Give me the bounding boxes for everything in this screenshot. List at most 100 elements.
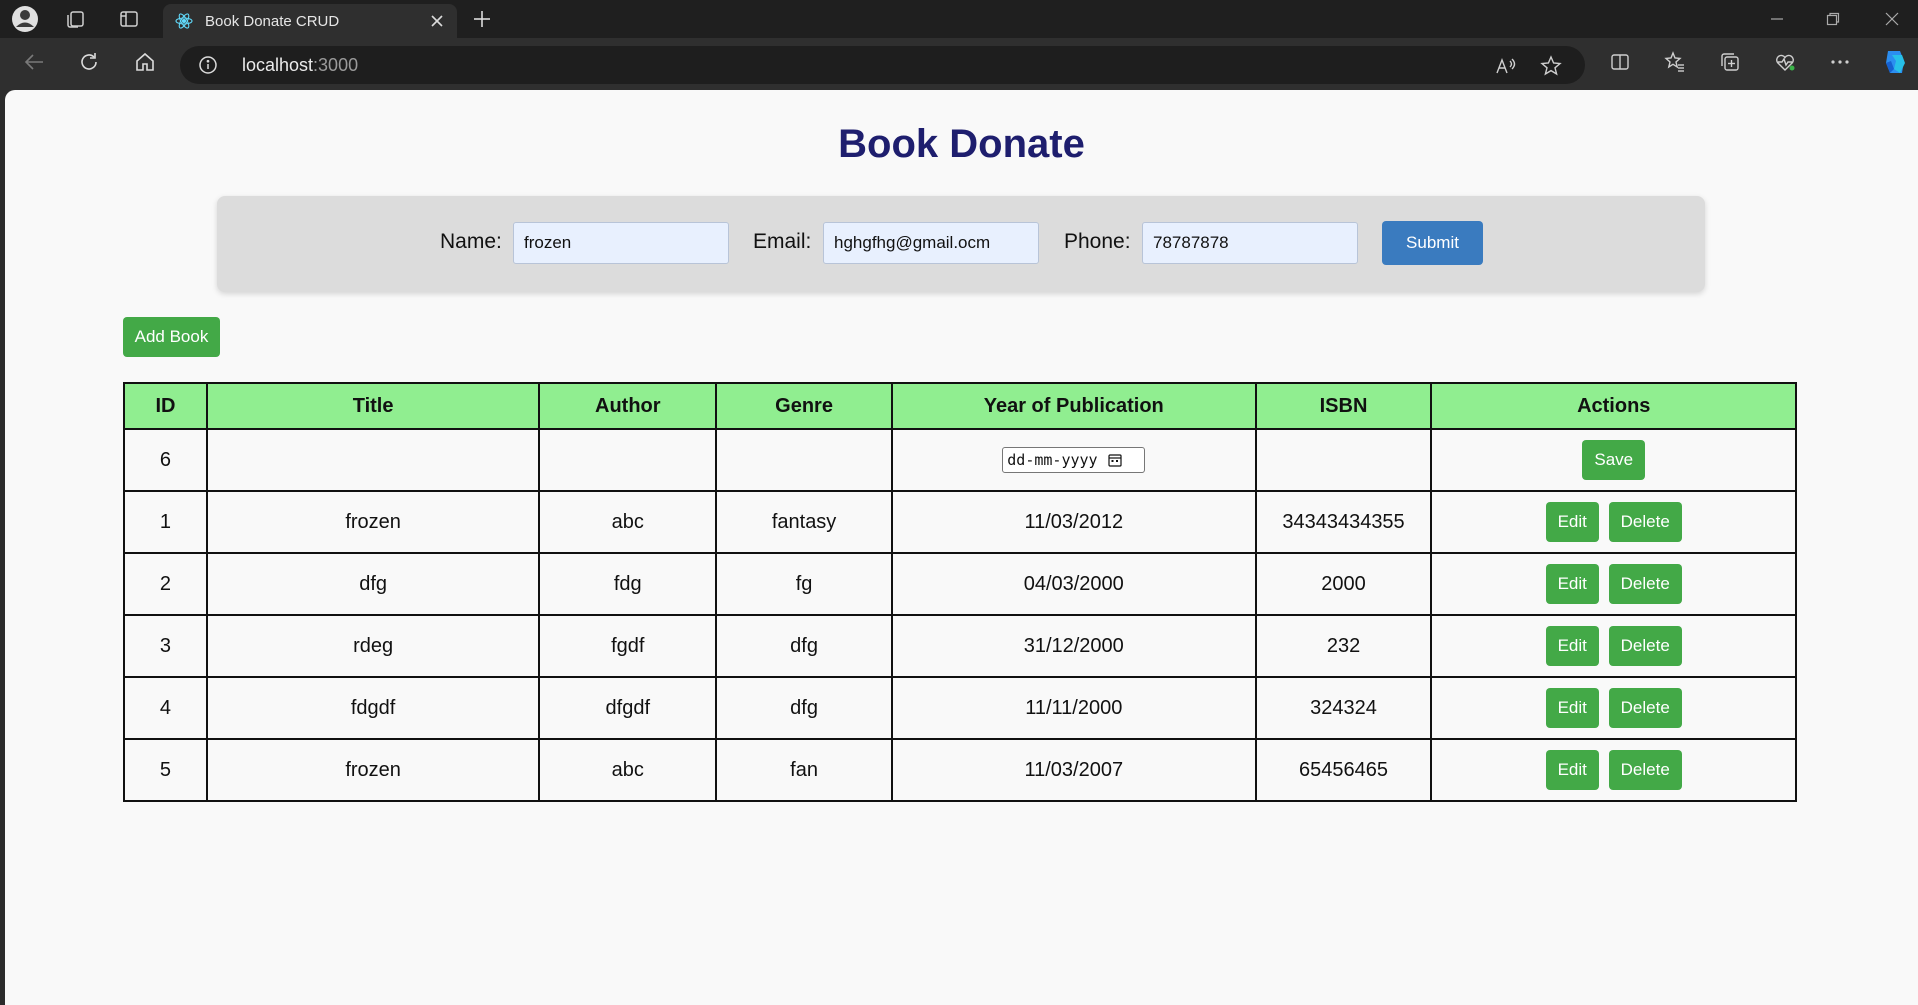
cell-id: 5 <box>123 738 208 802</box>
edit-button[interactable]: Edit <box>1545 626 1599 666</box>
cell-genre: dfg <box>715 614 893 678</box>
col-header-id: ID <box>123 382 208 430</box>
tab-bar: Book Donate CRUD <box>0 0 1918 38</box>
delete-button[interactable]: Delete <box>1608 688 1682 728</box>
delete-button[interactable]: Delete <box>1608 564 1682 604</box>
table-row: 3 rdeg fgdf dfg 31/12/2000 232 Edit Delet… <box>123 614 1797 678</box>
minimize-icon[interactable] <box>1766 8 1788 30</box>
cell-id: 4 <box>123 676 208 740</box>
phone-label: Phone: <box>1064 230 1131 253</box>
cell-author: dfgdf <box>538 676 718 740</box>
more-icon[interactable] <box>1828 50 1852 74</box>
delete-button[interactable]: Delete <box>1608 502 1682 542</box>
new-book-row: 6 dd-mm-yyyy Save <box>123 428 1797 492</box>
tab-actions-icon[interactable] <box>118 8 140 30</box>
cell-year: 11/03/2007 <box>890 738 1257 802</box>
cell-author: fdg <box>538 552 718 616</box>
table-row: 4 fdgdf dfgdf dfg 11/11/2000 324324 Edit… <box>123 676 1797 740</box>
date-input[interactable]: dd-mm-yyyy <box>1002 447 1146 473</box>
cell-actions: Edit Delete <box>1430 614 1797 678</box>
profile-icon[interactable] <box>10 4 40 34</box>
page-title: Book Donate <box>838 122 1085 166</box>
col-header-actions: Actions <box>1430 382 1797 430</box>
favorites-icon[interactable] <box>1663 50 1687 74</box>
read-aloud-icon[interactable] <box>1494 55 1516 77</box>
cell-actions: Edit Delete <box>1430 490 1797 554</box>
cell-author[interactable] <box>538 428 718 492</box>
page-viewport: Book Donate Name: Email: Phone: Submit A… <box>5 90 1918 1005</box>
cell-year: 11/11/2000 <box>890 676 1257 740</box>
table-header-row: ID Title Author Genre Year of Publicatio… <box>123 382 1797 430</box>
close-icon[interactable] <box>427 11 447 31</box>
cell-genre[interactable] <box>715 428 893 492</box>
copilot-icon[interactable] <box>1879 46 1911 78</box>
cell-genre: fan <box>715 738 893 802</box>
cell-year: 11/03/2012 <box>890 490 1257 554</box>
cell-id: 3 <box>123 614 208 678</box>
workspaces-icon[interactable] <box>65 8 87 30</box>
edit-button[interactable]: Edit <box>1545 750 1599 790</box>
books-table: ID Title Author Genre Year of Publicatio… <box>123 382 1797 802</box>
home-icon[interactable] <box>132 49 158 75</box>
refresh-icon[interactable] <box>76 49 102 75</box>
cell-title: frozen <box>205 738 541 802</box>
address-bar[interactable]: localhost:3000 <box>180 46 1585 84</box>
cell-title[interactable] <box>205 428 541 492</box>
cell-isbn: 324324 <box>1254 676 1433 740</box>
plus-icon[interactable] <box>470 7 494 31</box>
edit-button[interactable]: Edit <box>1545 564 1599 604</box>
submit-button[interactable]: Submit <box>1382 221 1483 265</box>
cell-genre: fg <box>715 552 893 616</box>
name-input[interactable] <box>513 222 729 264</box>
phone-input[interactable] <box>1142 222 1358 264</box>
cell-isbn[interactable] <box>1254 428 1433 492</box>
close-window-icon[interactable] <box>1881 8 1903 30</box>
delete-button[interactable]: Delete <box>1608 750 1682 790</box>
collections-icon[interactable] <box>1718 50 1742 74</box>
save-button[interactable]: Save <box>1582 440 1646 480</box>
cell-id: 6 <box>123 428 208 492</box>
table-row: 5 frozen abc fan 11/03/2007 65456465 Edi… <box>123 738 1797 802</box>
cell-title: frozen <box>205 490 541 554</box>
cell-isbn: 2000 <box>1254 552 1433 616</box>
cell-isbn: 65456465 <box>1254 738 1433 802</box>
heart-pulse-icon[interactable] <box>1773 50 1797 74</box>
cell-isbn: 34343434355 <box>1254 490 1433 554</box>
split-screen-icon[interactable] <box>1608 50 1632 74</box>
cell-isbn: 232 <box>1254 614 1433 678</box>
col-header-author: Author <box>538 382 718 430</box>
add-book-button[interactable]: Add Book <box>123 317 220 357</box>
edit-button[interactable]: Edit <box>1545 688 1599 728</box>
back-arrow-icon[interactable] <box>21 49 47 75</box>
cell-title: fdgdf <box>205 676 541 740</box>
url-host: localhost <box>242 55 314 75</box>
url-port: :3000 <box>313 55 359 75</box>
cell-author: abc <box>538 738 718 802</box>
date-placeholder: dd-mm-yyyy <box>1007 451 1098 469</box>
cell-year: 04/03/2000 <box>890 552 1257 616</box>
react-icon <box>175 12 193 30</box>
cell-title: rdeg <box>205 614 541 678</box>
cell-author: abc <box>538 490 718 554</box>
info-icon[interactable] <box>198 55 218 75</box>
col-header-year: Year of Publication <box>890 382 1257 430</box>
donor-form: Name: Email: Phone: Submit <box>217 196 1705 292</box>
star-icon[interactable] <box>1540 55 1562 77</box>
cell-genre: dfg <box>715 676 893 740</box>
col-header-genre: Genre <box>715 382 893 430</box>
cell-id: 1 <box>123 490 208 554</box>
restore-icon[interactable] <box>1822 8 1844 30</box>
name-label: Name: <box>440 230 502 253</box>
email-label: Email: <box>753 230 812 253</box>
cell-actions: Edit Delete <box>1430 738 1797 802</box>
url-text[interactable]: localhost:3000 <box>242 55 358 76</box>
cell-author: fgdf <box>538 614 718 678</box>
tab-title: Book Donate CRUD <box>205 13 340 30</box>
calendar-icon[interactable] <box>1107 453 1122 467</box>
cell-title: dfg <box>205 552 541 616</box>
email-input[interactable] <box>823 222 1039 264</box>
active-tab[interactable]: Book Donate CRUD <box>163 4 457 38</box>
edit-button[interactable]: Edit <box>1545 502 1599 542</box>
delete-button[interactable]: Delete <box>1608 626 1682 666</box>
cell-year: 31/12/2000 <box>890 614 1257 678</box>
